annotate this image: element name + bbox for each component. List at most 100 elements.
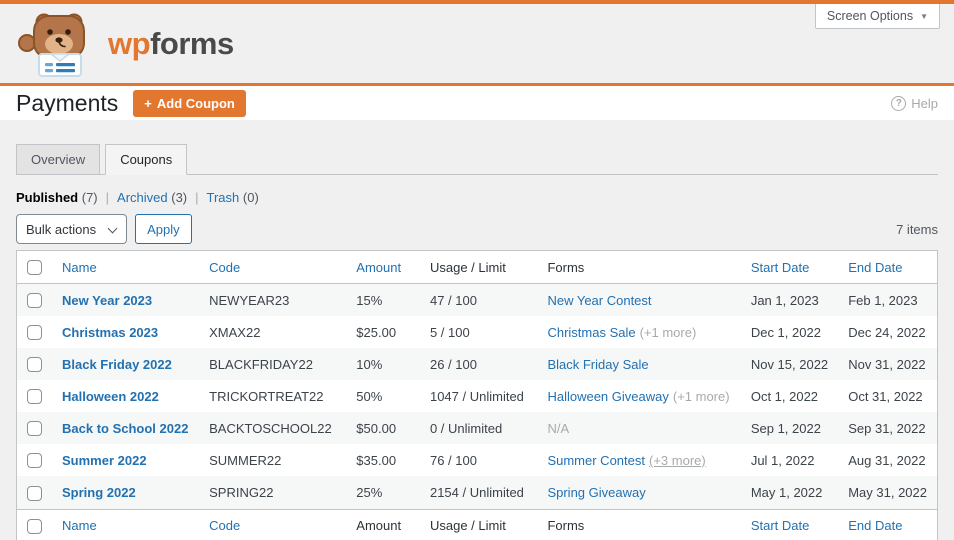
coupon-name-link[interactable]: Summer 2022 — [62, 453, 147, 468]
no-form-label: N/A — [547, 420, 570, 436]
form-link[interactable]: Christmas Sale — [547, 325, 635, 340]
row-checkbox[interactable] — [27, 485, 42, 501]
forms-footer: Forms — [547, 518, 585, 534]
filter-separator: | — [195, 190, 199, 205]
filter-trash-label[interactable]: Trash — [207, 190, 240, 205]
coupon-row: New Year 2023 NEWYEAR23 15% 47 / 100 New… — [16, 283, 938, 317]
coupon-end-date: Nov 31, 2022 — [848, 356, 926, 372]
coupon-name-link[interactable]: Back to School 2022 — [62, 421, 188, 436]
row-checkbox[interactable] — [27, 421, 42, 437]
coupon-start-date: May 1, 2022 — [750, 484, 823, 500]
filter-separator: | — [105, 190, 110, 205]
more-forms-link[interactable]: (+3 more) — [649, 453, 706, 468]
select-all-checkbox[interactable] — [27, 518, 42, 534]
filter-published[interactable]: Published (7) — [16, 190, 98, 205]
coupon-forms: Christmas Sale (+1 more) — [537, 316, 740, 348]
row-checkbox[interactable] — [27, 325, 42, 341]
coupon-name-link[interactable]: Spring 2022 — [62, 485, 136, 500]
coupon-forms: Black Friday Sale — [537, 348, 740, 380]
forms-header: Forms — [547, 259, 585, 275]
bulk-actions-select[interactable]: Bulk actions — [16, 214, 128, 244]
amount-footer: Amount — [356, 518, 402, 534]
coupon-code: BLACKFRIDAY22 — [209, 356, 313, 372]
form-link[interactable]: Black Friday Sale — [547, 357, 648, 372]
wordmark-wp: wp — [108, 25, 151, 61]
filter-published-count: (7) — [81, 190, 98, 205]
usage-limit-header: Usage / Limit — [429, 259, 506, 275]
coupon-forms: Halloween Giveaway (+1 more) — [537, 380, 740, 412]
row-checkbox[interactable] — [27, 293, 42, 309]
filter-archived[interactable]: Archived (3) — [117, 190, 187, 205]
row-checkbox[interactable] — [27, 389, 42, 405]
coupon-end-date: Sep 31, 2022 — [848, 420, 926, 436]
coupon-row: Spring 2022 SPRING22 25% 2154 / Unlimite… — [16, 476, 938, 509]
coupon-end-date: Dec 24, 2022 — [848, 324, 926, 340]
more-forms-link[interactable]: (+1 more) — [640, 325, 697, 340]
select-all-checkbox[interactable] — [27, 260, 42, 276]
coupon-code: BACKTOSCHOOL22 — [209, 420, 332, 436]
coupon-end-date: Oct 31, 2022 — [848, 388, 923, 404]
coupon-amount: 15% — [356, 292, 383, 308]
chevron-down-icon — [107, 223, 118, 234]
coupon-forms: N/A — [537, 412, 740, 444]
coupon-code: SUMMER22 — [209, 452, 282, 468]
coupon-usage: 1047 / Unlimited — [429, 388, 524, 404]
coupon-forms: Summer Contest (+3 more) — [537, 444, 740, 476]
form-link[interactable]: Spring Giveaway — [547, 485, 645, 500]
coupon-amount: $50.00 — [356, 420, 397, 436]
coupon-row: Back to School 2022 BACKTOSCHOOL22 $50.0… — [16, 412, 938, 445]
items-count: 7 items — [896, 221, 938, 237]
bulk-actions-value: Bulk actions — [26, 221, 97, 237]
coupon-end-date: Aug 31, 2022 — [848, 452, 926, 468]
sort-code-header[interactable]: Code — [209, 260, 240, 275]
sort-end-date-footer[interactable]: End Date — [848, 518, 902, 533]
form-link[interactable]: Halloween Giveaway — [547, 389, 668, 404]
coupon-name-link[interactable]: Black Friday 2022 — [62, 357, 172, 372]
coupon-code: SPRING22 — [209, 484, 274, 500]
main-content: Overview Coupons Published (7) | Archive… — [0, 143, 954, 540]
sort-name-footer[interactable]: Name — [62, 518, 97, 533]
page-title: Payments — [16, 89, 119, 116]
apply-button[interactable]: Apply — [135, 214, 192, 244]
help-label: Help — [911, 95, 938, 111]
sort-start-date-footer[interactable]: Start Date — [751, 518, 810, 533]
coupons-table-body: New Year 2023 NEWYEAR23 15% 47 / 100 New… — [16, 283, 938, 509]
tab-coupons[interactable]: Coupons — [105, 144, 188, 175]
coupon-name-link[interactable]: Christmas 2023 — [62, 325, 158, 340]
row-checkbox[interactable] — [27, 453, 42, 469]
filter-archived-label[interactable]: Archived — [117, 190, 168, 205]
tab-bar: Overview Coupons — [16, 143, 938, 175]
filter-archived-count: (3) — [171, 190, 188, 205]
coupon-end-date: May 31, 2022 — [848, 484, 927, 500]
coupon-amount: $35.00 — [356, 452, 397, 468]
help-link[interactable]: ? Help — [891, 95, 938, 111]
row-checkbox[interactable] — [27, 357, 42, 373]
sort-name-header[interactable]: Name — [62, 260, 97, 275]
coupon-usage: 26 / 100 — [429, 356, 477, 372]
tab-overview[interactable]: Overview — [16, 144, 101, 175]
form-link[interactable]: New Year Contest — [547, 293, 651, 308]
sort-end-date-header[interactable]: End Date — [848, 260, 902, 275]
coupon-usage: 76 / 100 — [429, 452, 477, 468]
filter-published-label: Published — [16, 190, 79, 205]
coupon-usage: 47 / 100 — [429, 292, 477, 308]
add-coupon-button[interactable]: + Add Coupon — [133, 89, 246, 117]
coupon-name-link[interactable]: Halloween 2022 — [62, 389, 159, 404]
coupon-row: Christmas 2023 XMAX22 $25.00 5 / 100 Chr… — [17, 316, 938, 348]
more-forms-link[interactable]: (+1 more) — [673, 389, 730, 404]
coupon-end-date: Feb 1, 2023 — [848, 292, 918, 308]
form-link[interactable]: Summer Contest — [547, 453, 645, 468]
wpforms-logo: wpforms — [18, 11, 234, 77]
table-header-row: Name Code Amount Usage / Limit Forms Sta… — [16, 250, 938, 285]
sort-start-date-header[interactable]: Start Date — [751, 260, 810, 275]
sort-code-footer[interactable]: Code — [209, 518, 240, 533]
sort-amount-header[interactable]: Amount — [356, 260, 401, 275]
coupon-start-date: Nov 15, 2022 — [750, 356, 829, 372]
screen-options-button[interactable]: Screen Options ▼ — [814, 4, 940, 29]
usage-limit-footer: Usage / Limit — [429, 518, 506, 534]
coupon-usage: 0 / Unlimited — [429, 420, 503, 436]
wordmark-forms: forms — [150, 25, 234, 61]
filter-trash[interactable]: Trash (0) — [207, 190, 259, 205]
coupon-amount: 10% — [356, 356, 383, 372]
coupon-name-link[interactable]: New Year 2023 — [62, 293, 152, 308]
